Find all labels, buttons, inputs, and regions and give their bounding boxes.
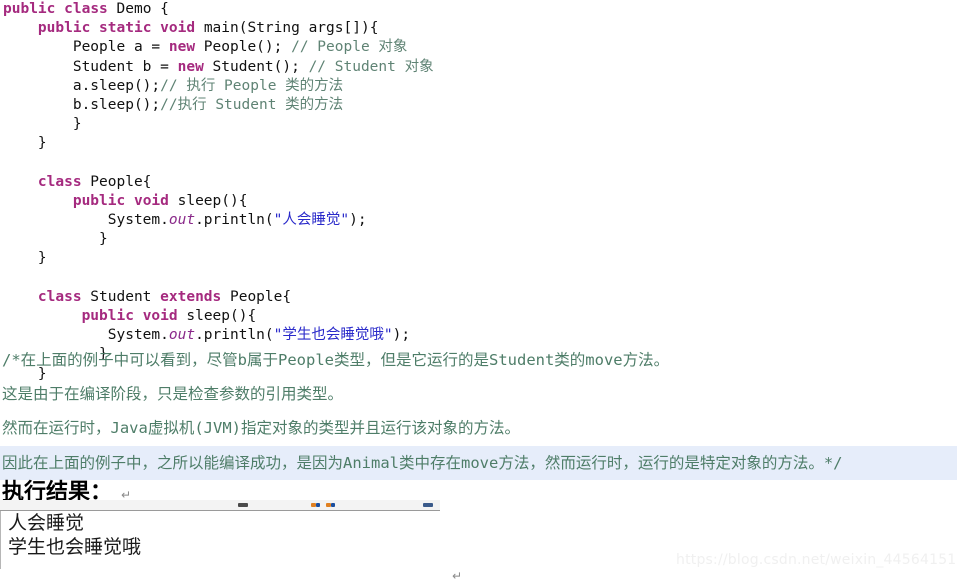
code-token-plain: People{ bbox=[81, 173, 152, 190]
code-token-plain: b.sleep(); bbox=[3, 96, 161, 113]
code-token-kw: extends bbox=[160, 288, 222, 305]
code-line: } bbox=[0, 115, 957, 134]
code-line: } bbox=[0, 230, 957, 249]
code-line: } bbox=[0, 249, 957, 268]
code-token-cmt: // 执行 People 类的方法 bbox=[160, 77, 344, 94]
code-token-kw: public bbox=[81, 308, 134, 324]
code-line: a.sleep();// 执行 People 类的方法 bbox=[0, 77, 957, 96]
code-line: } bbox=[0, 134, 957, 153]
trailing-paragraph-mark-icon: ↵ bbox=[452, 569, 463, 583]
code-token-kw: class bbox=[64, 1, 108, 17]
toolbar-icon-fragment[interactable] bbox=[238, 503, 248, 507]
code-token-kw: new bbox=[177, 58, 204, 75]
code-token-kw: class bbox=[37, 288, 82, 305]
code-line: public static void main(String args[]){ bbox=[0, 19, 957, 38]
comment-line: 然而在运行时，Java虚拟机(JVM)指定对象的类型并且运行该对象的方法。 bbox=[2, 419, 520, 438]
code-token-kw: class bbox=[37, 173, 82, 190]
code-line: People a = new People(); // People 对象 bbox=[0, 38, 957, 57]
code-token-kw: new bbox=[168, 39, 196, 56]
code-token-kw: public bbox=[72, 192, 126, 209]
watermark-url: https://blog.csdn.net/weixin_44564151 bbox=[676, 552, 957, 568]
console-output-line: 人会睡觉 bbox=[8, 512, 85, 534]
code-line: class Student extends People{ bbox=[0, 288, 957, 307]
comment-line-highlighted: 因此在上面的例子中，之所以能编译成功，是因为Animal类中存在move方法，然… bbox=[0, 445, 957, 480]
code-token-plain: } bbox=[3, 250, 47, 267]
code-token-plain: People{ bbox=[221, 288, 292, 305]
code-token-plain: ); bbox=[349, 212, 367, 229]
comment-line: /*在上面的例子中可以看到，尽管b属于People类型，但是它运行的是Stude… bbox=[2, 351, 670, 369]
code-token-plain: System. bbox=[3, 212, 169, 229]
code-token-plain: } bbox=[3, 116, 82, 133]
code-token-plain: Student(); bbox=[203, 58, 309, 75]
code-token-plain: Demo { bbox=[107, 1, 169, 17]
code-line: Student b = new Student(); // Student 对象 bbox=[0, 58, 957, 77]
code-token-plain: .println( bbox=[195, 327, 274, 344]
toolbar-icon-fragment[interactable] bbox=[331, 503, 335, 507]
console-output-line: 学生也会睡觉哦 bbox=[8, 536, 142, 558]
code-token-plain: } bbox=[3, 135, 47, 152]
code-token-kw: void bbox=[142, 308, 178, 324]
code-token-plain: sleep(){ bbox=[168, 192, 248, 209]
code-token-plain: ); bbox=[392, 327, 411, 344]
code-token-plain: .println( bbox=[195, 212, 274, 229]
console-output-panel[interactable]: 人会睡觉 学生也会睡觉哦 bbox=[0, 511, 440, 569]
code-line: System.out.println("人会睡觉"); bbox=[0, 211, 957, 230]
code-token-plain: main(String args[]){ bbox=[195, 20, 379, 37]
code-token-plain: a.sleep(); bbox=[3, 77, 161, 94]
code-token-plain: People a = bbox=[3, 39, 169, 56]
console-toolbar[interactable] bbox=[0, 500, 440, 511]
code-line: public class Demo { bbox=[0, 0, 957, 19]
code-token-plain: System. bbox=[3, 327, 169, 344]
code-token-plain: Student bbox=[81, 288, 161, 305]
code-token-plain: } bbox=[3, 231, 108, 248]
comment-line: 这是由于在编译阶段，只是检查参数的引用类型。 bbox=[2, 385, 344, 404]
code-token-plain: People(); bbox=[195, 39, 292, 56]
code-token-kw: void bbox=[160, 20, 196, 37]
toolbar-icon-fragment[interactable] bbox=[316, 503, 320, 507]
code-token-fieldit: out bbox=[168, 327, 196, 344]
code-line: class People{ bbox=[0, 173, 957, 192]
code-token-plain: sleep(){ bbox=[177, 308, 257, 324]
code-token-cmt: // Student 对象 bbox=[308, 58, 434, 75]
code-token-kw: public bbox=[3, 1, 56, 17]
code-token-kw: static bbox=[99, 20, 152, 37]
java-code-block: public class Demo { public static void m… bbox=[0, 0, 957, 384]
code-comment-paragraph: /*在上面的例子中可以看到，尽管b属于People类型，但是它运行的是Stude… bbox=[0, 343, 957, 480]
code-line: b.sleep();//执行 Student 类的方法 bbox=[0, 96, 957, 115]
toolbar-icon-fragment[interactable] bbox=[423, 503, 433, 507]
code-token-str: "人会睡觉" bbox=[273, 212, 350, 229]
code-token-kw: void bbox=[133, 192, 169, 209]
code-token-cmt: //执行 Student 类的方法 bbox=[160, 96, 344, 113]
code-token-cmt: // People 对象 bbox=[291, 39, 408, 56]
code-token-str: "学生也会睡觉哦" bbox=[273, 327, 393, 344]
code-token-fieldit: out bbox=[168, 212, 196, 229]
code-line: public void sleep(){ bbox=[0, 192, 957, 211]
code-line: public void sleep(){ bbox=[0, 307, 957, 326]
code-token-plain: Student b = bbox=[3, 58, 178, 75]
code-token-kw: public bbox=[37, 20, 91, 37]
